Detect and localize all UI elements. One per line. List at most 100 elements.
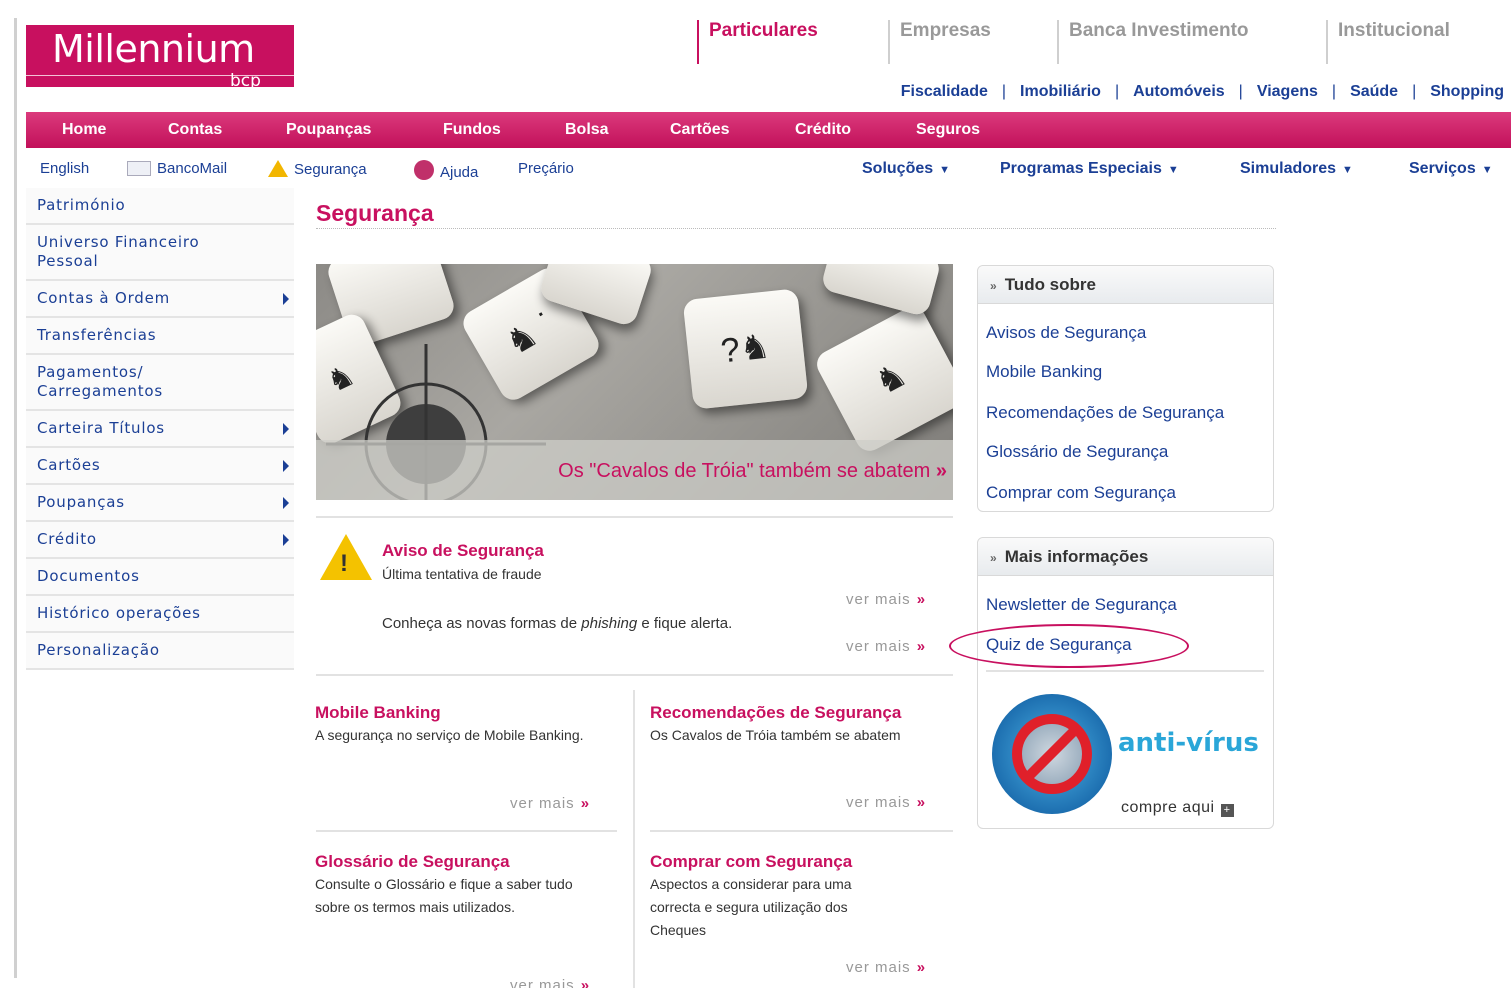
segment-empresas[interactable]: Empresas	[888, 20, 991, 64]
menu-servicos[interactable]: Serviços ▼	[1409, 160, 1493, 178]
subnav-viagens[interactable]: Viagens	[1257, 83, 1318, 101]
link-recomendacoes[interactable]: Recomendações de Segurança	[986, 403, 1224, 423]
sidebar-item-label: Transferências	[37, 326, 157, 344]
ver-mais-link[interactable]: ver mais »	[846, 638, 926, 655]
page-left-rule	[14, 18, 17, 978]
ver-mais-label: ver mais	[510, 977, 575, 988]
link-bancomail[interactable]: BancoMail	[127, 160, 227, 177]
link-comprar[interactable]: Comprar com Segurança	[986, 483, 1176, 503]
chevron-right-icon: »	[990, 551, 997, 565]
segment-institucional[interactable]: Institucional	[1326, 20, 1450, 64]
card-comprar-title[interactable]: Comprar com Segurança	[650, 852, 852, 872]
banner-raquo-icon: »	[935, 460, 947, 482]
security-banner[interactable]: ♞ ♞ ˙ ?♞ ♞ Os "Cavalos de Tróia" também …	[316, 264, 953, 500]
menu-programas-label: Programas Especiais	[1000, 160, 1162, 177]
box-divider	[986, 670, 1264, 672]
nav-cartoes[interactable]: Cartões	[670, 121, 730, 139]
sidebar-item-carteira-titulos[interactable]: Carteira Títulos	[26, 411, 294, 448]
chevron-right-icon	[283, 459, 289, 472]
sidebar-item-cartoes[interactable]: Cartões	[26, 448, 294, 485]
ver-mais-link[interactable]: ver mais »	[846, 591, 926, 608]
section-divider	[316, 516, 953, 518]
sidebar-item-label: Documentos	[37, 567, 140, 585]
ver-mais-label: ver mais	[510, 795, 575, 812]
nav-bolsa[interactable]: Bolsa	[565, 121, 609, 139]
link-glossario[interactable]: Glossário de Segurança	[986, 442, 1168, 462]
sidebar-item-credito[interactable]: Crédito	[26, 522, 294, 559]
subnav-separator: |	[1114, 83, 1120, 100]
banner-caption[interactable]: Os "Cavalos de Tróia" também se abatem »	[558, 460, 947, 483]
page-title: Segurança	[316, 200, 434, 226]
nav-home[interactable]: Home	[62, 121, 106, 139]
chevron-down-icon: ▼	[939, 164, 951, 176]
aviso-text-before: Conheça as novas formas de	[382, 615, 582, 632]
raquo-icon: »	[916, 591, 927, 608]
nav-fundos[interactable]: Fundos	[443, 121, 501, 139]
subnav-shopping[interactable]: Shopping	[1430, 83, 1504, 101]
sidebar-item-label: Contas à Ordem	[37, 289, 171, 307]
ver-mais-link[interactable]: ver mais »	[510, 795, 590, 812]
link-seguranca[interactable]: Segurança	[268, 160, 367, 178]
nav-seguros[interactable]: Seguros	[916, 121, 980, 139]
subnav-separator: |	[1001, 83, 1007, 100]
ver-mais-link[interactable]: ver mais »	[846, 794, 926, 811]
sidebar-item-label: Poupanças	[37, 493, 125, 511]
sidebar-item-personalizacao[interactable]: Personalização	[26, 633, 294, 670]
antivirus-label[interactable]: anti-vírus	[1118, 728, 1259, 758]
sidebar-item-contas-ordem[interactable]: Contas à Ordem	[26, 281, 294, 318]
sidebar-item-universo-financeiro[interactable]: Universo Financeiro Pessoal	[26, 225, 294, 281]
tudo-sobre-header: » Tudo sobre	[978, 266, 1273, 304]
alert-exclamation-icon: !	[340, 550, 348, 577]
segment-particulares[interactable]: Particulares	[697, 20, 818, 64]
chevron-right-icon: »	[990, 279, 997, 293]
link-english[interactable]: English	[40, 160, 89, 177]
subnav-saude[interactable]: Saúde	[1350, 83, 1398, 101]
antivirus-buy-link[interactable]: compre aqui +	[1121, 799, 1234, 817]
link-newsletter[interactable]: Newsletter de Segurança	[986, 595, 1177, 615]
keyboard-key-image: ?♞	[682, 288, 809, 410]
sidebar-item-label: Carteira Títulos	[37, 419, 165, 437]
menu-solucoes[interactable]: Soluções ▼	[862, 160, 950, 178]
subnav-fiscalidade[interactable]: Fiscalidade	[901, 83, 988, 101]
sidebar-item-historico[interactable]: Histórico operações	[26, 596, 294, 633]
tudo-sobre-title: Tudo sobre	[1004, 275, 1096, 294]
nav-poupancas[interactable]: Poupanças	[286, 121, 371, 139]
menu-programas-especiais[interactable]: Programas Especiais ▼	[1000, 160, 1179, 178]
nav-contas[interactable]: Contas	[168, 121, 222, 139]
link-ajuda[interactable]: Ajuda	[414, 160, 478, 181]
subnav-separator: |	[1331, 83, 1337, 100]
sidebar-item-transferencias[interactable]: Transferências	[26, 318, 294, 355]
aviso-text-em: phishing	[581, 615, 638, 632]
sidebar-item-label: Histórico operações	[37, 604, 201, 622]
segment-banca-investimento[interactable]: Banca Investimento	[1057, 20, 1249, 64]
help-icon	[414, 160, 434, 180]
card-comprar-text: Aspectos a considerar para uma correcta …	[650, 876, 852, 938]
nav-credito[interactable]: Crédito	[795, 121, 851, 139]
card-glossario-title[interactable]: Glossário de Segurança	[315, 852, 510, 872]
no-virus-icon	[1012, 714, 1092, 794]
card-mobile-banking-title[interactable]: Mobile Banking	[315, 703, 441, 723]
sidebar-item-poupancas[interactable]: Poupanças	[26, 485, 294, 522]
cards-column-divider	[633, 690, 635, 988]
sidebar-item-patrimonio[interactable]: Património	[26, 188, 294, 225]
sidebar-item-documentos[interactable]: Documentos	[26, 559, 294, 596]
mais-informacoes-title: Mais informações	[1004, 547, 1149, 566]
link-avisos-seguranca[interactable]: Avisos de Segurança	[986, 323, 1146, 343]
card-recomendacoes-title[interactable]: Recomendações de Segurança	[650, 703, 901, 723]
subnav-automoveis[interactable]: Automóveis	[1133, 83, 1225, 101]
link-mobile-banking[interactable]: Mobile Banking	[986, 362, 1102, 382]
raquo-icon: »	[580, 795, 591, 812]
sidebar-item-pagamentos[interactable]: Pagamentos/ Carregamentos	[26, 355, 294, 411]
chevron-right-icon	[283, 422, 289, 435]
seguranca-label: Segurança	[294, 161, 367, 178]
tudo-sobre-box: » Tudo sobre Avisos de Segurança Mobile B…	[977, 265, 1274, 512]
banner-caption-text: Os "Cavalos de Tróia" também se abatem	[558, 460, 931, 482]
link-precario[interactable]: Preçário	[518, 160, 574, 177]
aviso-title[interactable]: Aviso de Segurança	[382, 541, 544, 561]
ver-mais-link[interactable]: ver mais »	[846, 959, 926, 976]
millennium-logo[interactable]: Millennium bcp	[26, 25, 294, 91]
menu-simuladores-label: Simuladores	[1240, 160, 1337, 177]
ver-mais-link[interactable]: ver mais »	[510, 977, 590, 988]
menu-simuladores[interactable]: Simuladores ▼	[1240, 160, 1353, 178]
subnav-imobiliario[interactable]: Imobiliário	[1020, 83, 1101, 101]
